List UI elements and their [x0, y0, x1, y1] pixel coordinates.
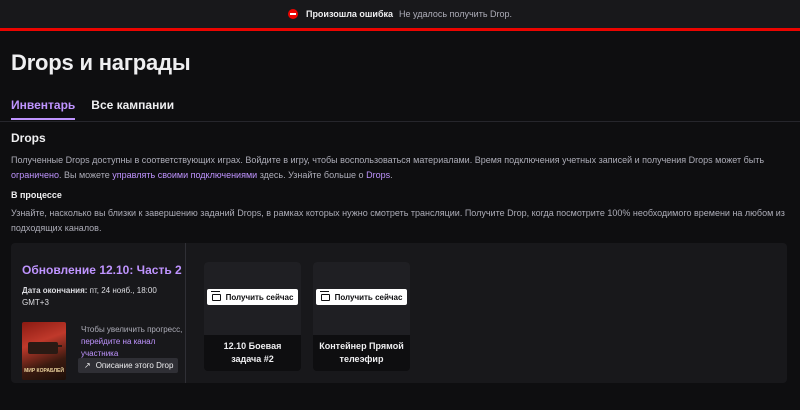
error-title: Произошла ошибка — [305, 9, 394, 19]
drop-name: Контейнер Прямой телеэфир — [319, 341, 404, 364]
drop-description-button[interactable]: ↗ Описание этого Drop — [78, 358, 178, 373]
in-progress-title: В процессе — [11, 190, 62, 200]
claim-now-button[interactable]: Получить сейчас — [316, 289, 407, 305]
gift-icon — [319, 290, 330, 301]
desc-text-2: . Вы можете — [58, 170, 113, 180]
drop-description-label: Описание этого Drop — [95, 361, 174, 370]
desc-text-3: здесь. Узнайте больше о — [257, 170, 367, 180]
campaign-end-date: Дата окончания: пт, 24 нояб., 18:00 GMT+… — [22, 285, 177, 309]
game-cover-image[interactable]: МИР КОРАБЛЕЙ — [22, 322, 66, 380]
external-arrow-icon: ↗ — [84, 361, 91, 370]
error-message: Не удалось получить Drop. — [399, 9, 513, 19]
error-banner: Произошла ошибка Не удалось получить Dro… — [0, 0, 800, 31]
tab-inventory[interactable]: Инвентарь — [11, 98, 76, 120]
claim-label: Получить сейчас — [225, 292, 294, 302]
manage-connections-link[interactable]: управлять своими подключениями — [112, 170, 257, 180]
error-icon — [287, 9, 298, 19]
drops-description: Полученные Drops доступны в соответствую… — [11, 153, 781, 183]
campaign-info: Обновление 12.10: Часть 2 Дата окончания… — [11, 243, 186, 383]
page-title: Drops и награды — [11, 50, 191, 75]
tabs-divider — [0, 121, 800, 122]
ship-silhouette — [28, 342, 62, 354]
drops-learn-more-link[interactable]: Drops — [366, 170, 390, 180]
campaign-name: Обновление 12.10: Часть 2 — [22, 263, 182, 277]
drop-card: Получить сейчас 12.10 Боевая задача #2 — [204, 262, 301, 371]
progress-hint: Чтобы увеличить прогресс, перейдите на к… — [81, 324, 185, 360]
tabs: Инвентарь Все кампании — [11, 98, 190, 120]
claim-label: Получить сейчас — [334, 292, 403, 302]
hint-text: Чтобы увеличить прогресс, — [81, 325, 183, 334]
end-date-label: Дата окончания: — [22, 286, 88, 295]
desc-text-4: . — [390, 170, 393, 180]
drops-section-title: Drops — [11, 131, 46, 145]
in-progress-description: Узнайте, насколько вы близки к завершени… — [11, 208, 785, 233]
participant-channel-link[interactable]: перейдите на канал участника — [81, 337, 155, 358]
drop-name: 12.10 Боевая задача #2 — [223, 341, 282, 364]
limited-link[interactable]: ограничено — [11, 170, 59, 180]
claim-now-button[interactable]: Получить сейчас — [207, 289, 298, 305]
drop-card: Получить сейчас Контейнер Прямой телеэфи… — [313, 262, 410, 371]
campaign-card: Обновление 12.10: Часть 2 Дата окончания… — [11, 243, 787, 383]
desc-text-1: Полученные Drops доступны в соответствую… — [11, 155, 765, 165]
tab-all-campaigns[interactable]: Все кампании — [91, 98, 174, 120]
gift-icon — [210, 290, 221, 301]
game-cover-text: МИР КОРАБЛЕЙ — [24, 368, 64, 374]
